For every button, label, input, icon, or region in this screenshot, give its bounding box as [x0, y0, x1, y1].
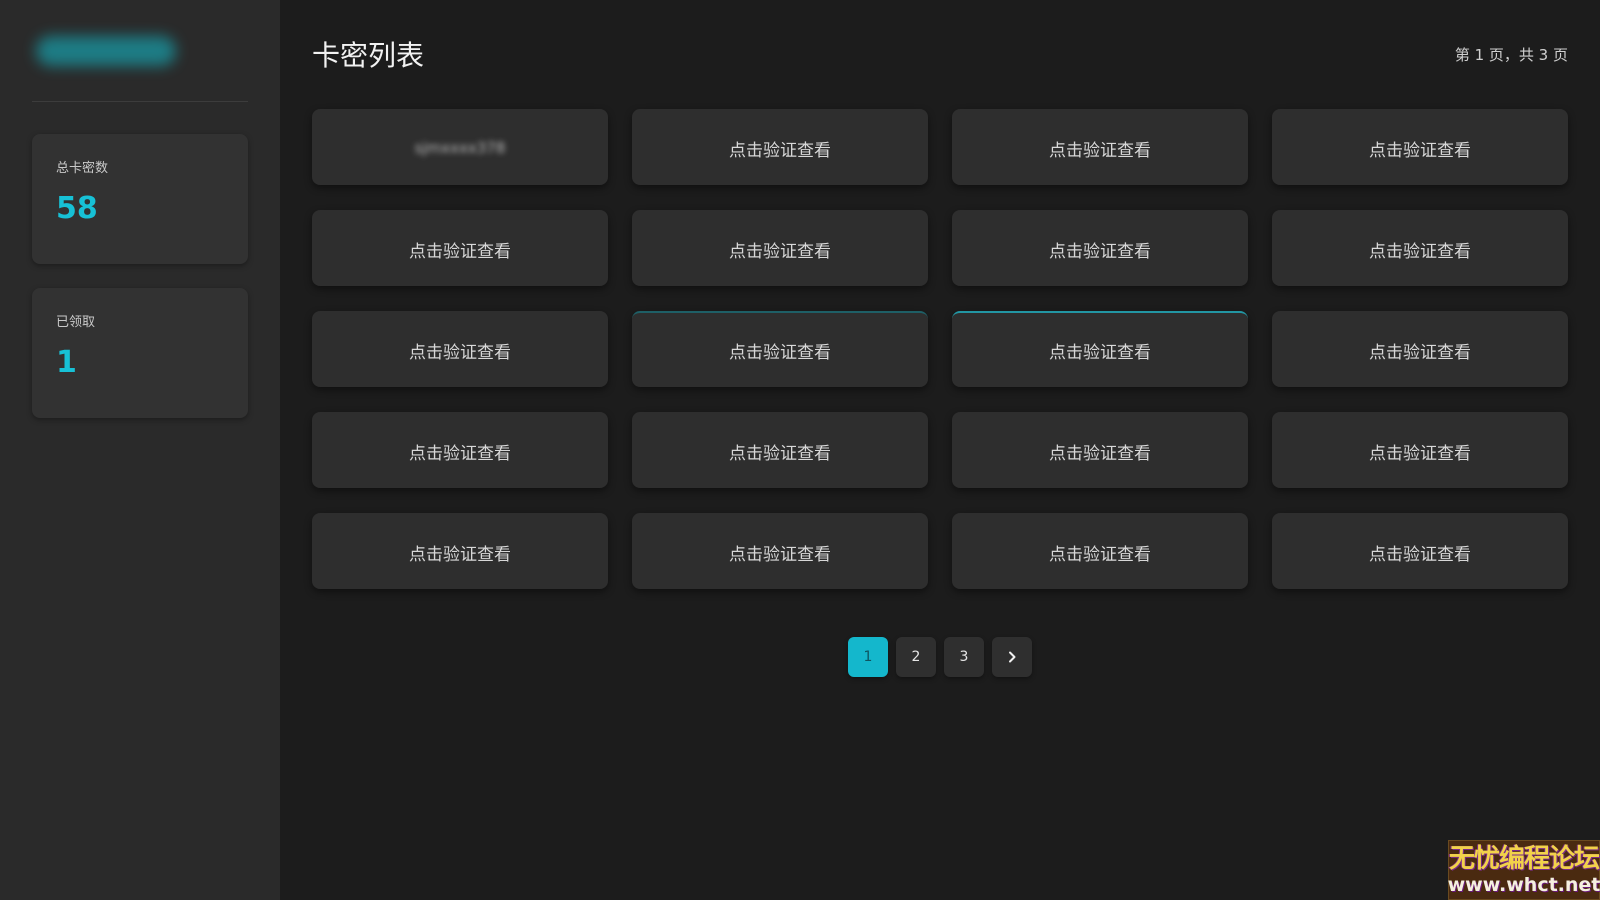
stat-card-total: 总卡密数 58 — [32, 134, 248, 264]
pagination: 1 2 3 — [848, 637, 1032, 677]
card-key-button[interactable]: 点击验证查看 — [632, 513, 928, 589]
stat-value-total: 58 — [56, 191, 98, 226]
stat-label-total: 总卡密数 — [56, 161, 109, 176]
card-key-button[interactable]: 点击验证查看 — [952, 210, 1248, 286]
card-key-revealed[interactable]: sjmxxxx378 — [312, 109, 608, 185]
page-indicator: 第 1 页，共 3 页 — [1454, 46, 1568, 64]
card-key-button[interactable]: 点击验证查看 — [1272, 109, 1568, 185]
stat-label-claimed: 已领取 — [56, 315, 96, 330]
main-content: 卡密列表 第 1 页，共 3 页 sjmxxxx378 点击验证查看 点击验证查… — [280, 0, 1600, 900]
card-key-button[interactable]: 点击验证查看 — [632, 412, 928, 488]
page-title: 卡密列表 — [312, 39, 425, 72]
card-key-button[interactable]: 点击验证查看 — [632, 210, 928, 286]
card-key-button[interactable]: 点击验证查看 — [952, 513, 1248, 589]
watermark-logo: 无忧编程论坛 www.whct.net — [1448, 840, 1600, 900]
card-key-button[interactable]: 点击验证查看 — [952, 109, 1248, 185]
card-key-button[interactable]: 点击验证查看 — [1272, 513, 1568, 589]
page-button-2[interactable]: 2 — [896, 637, 936, 677]
card-key-button[interactable]: 点击验证查看 — [632, 311, 928, 387]
chevron-right-icon — [1006, 651, 1018, 663]
sidebar-divider — [32, 101, 248, 102]
next-page-button[interactable] — [992, 637, 1032, 677]
app-root: 总卡密数 58 已领取 1 卡密列表 第 1 页，共 3 页 sjmxxxx37… — [0, 0, 1600, 900]
logo — [36, 36, 176, 66]
card-key-button[interactable]: 点击验证查看 — [312, 311, 608, 387]
card-key-value: sjmxxxx378 — [414, 139, 506, 157]
sidebar: 总卡密数 58 已领取 1 — [0, 0, 280, 900]
card-key-grid: sjmxxxx378 点击验证查看 点击验证查看 点击验证查看 点击验证查看 点… — [312, 109, 1568, 589]
card-key-button[interactable]: 点击验证查看 — [632, 109, 928, 185]
card-key-button[interactable]: 点击验证查看 — [312, 412, 608, 488]
card-key-button[interactable]: 点击验证查看 — [1272, 311, 1568, 387]
watermark-url: www.whct.net — [1447, 874, 1600, 896]
card-key-button[interactable]: 点击验证查看 — [312, 513, 608, 589]
card-key-button[interactable]: 点击验证查看 — [1272, 210, 1568, 286]
watermark-text: 无忧编程论坛 — [1449, 844, 1600, 874]
card-key-button[interactable]: 点击验证查看 — [1272, 412, 1568, 488]
card-key-button[interactable]: 点击验证查看 — [312, 210, 608, 286]
page-button-3[interactable]: 3 — [944, 637, 984, 677]
stat-value-claimed: 1 — [56, 345, 77, 380]
page-button-1[interactable]: 1 — [848, 637, 888, 677]
stat-card-claimed: 已领取 1 — [32, 288, 248, 418]
card-key-button[interactable]: 点击验证查看 — [952, 311, 1248, 387]
card-key-button[interactable]: 点击验证查看 — [952, 412, 1248, 488]
